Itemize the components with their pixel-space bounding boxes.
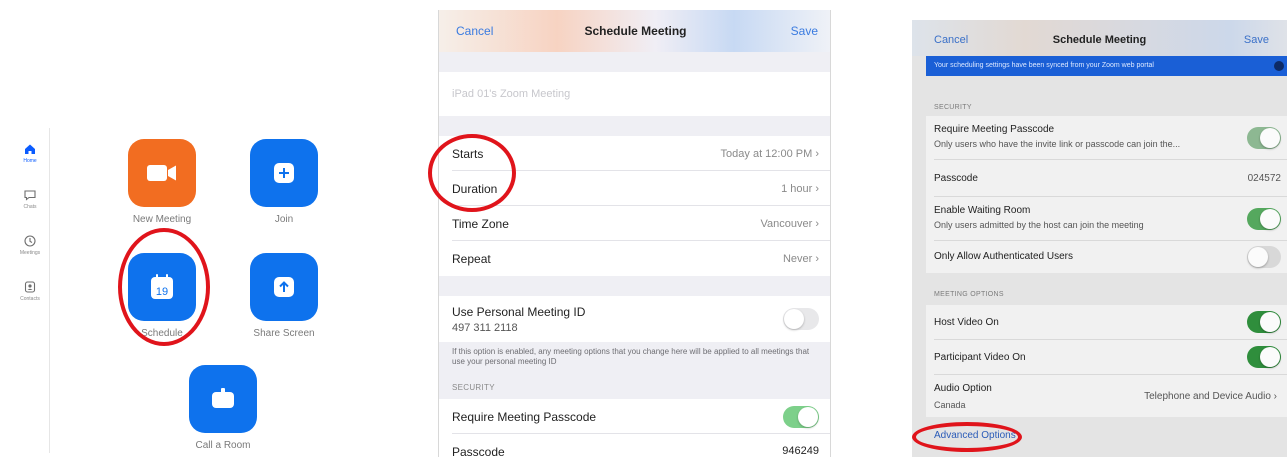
page-title: Schedule Meeting: [1052, 34, 1147, 46]
waiting-room-sub: Only users admitted by the host can join…: [934, 220, 1144, 230]
sidebar-item-chats[interactable]: Chats: [10, 188, 50, 210]
schedule-meeting-panel: Cancel Schedule Meeting Save iPad 01's Z…: [438, 10, 831, 457]
participant-video-toggle[interactable]: [1247, 346, 1281, 368]
auth-users-label: Only Allow Authenticated Users: [934, 251, 1073, 262]
auth-users-row: Only Allow Authenticated Users: [926, 241, 1287, 273]
require-passcode-label: Require Meeting Passcode: [452, 410, 597, 424]
audio-option-value: Telephone and Device Audio ›: [1144, 391, 1277, 402]
topic-input[interactable]: iPad 01's Zoom Meeting: [452, 88, 570, 100]
repeat-row[interactable]: Repeat Never ›: [439, 241, 830, 276]
topic-field[interactable]: iPad 01's Zoom Meeting: [439, 72, 830, 116]
waiting-room-toggle[interactable]: [1247, 208, 1281, 230]
contacts-icon: [24, 281, 36, 293]
room-display-icon: [212, 388, 234, 408]
clock-icon: [24, 235, 36, 247]
save-button[interactable]: Save: [791, 24, 818, 38]
security-header: SECURITY: [934, 104, 972, 111]
sidebar-item-label: Meetings: [19, 250, 41, 256]
passcode-row[interactable]: Passcode 946249: [439, 434, 830, 457]
chat-icon: [24, 190, 36, 201]
zoom-home-panel: Home Chats Meetings Contacts New Meeting…: [0, 0, 360, 457]
passcode-row[interactable]: Passcode 024572: [926, 160, 1287, 197]
require-passcode-row: Require Meeting Passcode: [439, 399, 830, 434]
participant-video-label: Participant Video On: [934, 352, 1026, 363]
join-label: Join: [274, 214, 294, 225]
audio-option-label: Audio Option: [934, 383, 992, 394]
call-room-button[interactable]: [189, 365, 257, 433]
starts-value: Today at 12:00 PM ›: [720, 148, 819, 160]
new-meeting-button[interactable]: [128, 139, 196, 207]
sidebar-item-label: Contacts: [20, 296, 40, 302]
duration-value: 1 hour ›: [781, 183, 819, 195]
timezone-label: Time Zone: [452, 217, 509, 231]
close-icon[interactable]: [1274, 61, 1284, 71]
sidebar-item-contacts[interactable]: Contacts: [10, 280, 50, 302]
home-icon: [25, 144, 35, 154]
call-room-label: Call a Room: [195, 440, 251, 451]
sync-banner: Your scheduling settings have been synce…: [926, 56, 1287, 76]
repeat-value: Never ›: [782, 253, 819, 265]
pmi-note: If this option is enabled, any meeting o…: [452, 347, 810, 366]
plus-icon: [274, 163, 294, 183]
sidebar-item-label: Home: [23, 158, 37, 164]
host-video-toggle[interactable]: [1247, 311, 1281, 333]
schedule-meeting-options-panel: Cancel Schedule Meeting Save Your schedu…: [912, 20, 1287, 457]
nav-bar: Cancel Schedule Meeting Save: [439, 10, 830, 52]
pmi-toggle[interactable]: [783, 308, 819, 330]
sidebar-item-meetings[interactable]: Meetings: [10, 234, 50, 256]
share-screen-label: Share Screen: [253, 328, 315, 339]
require-passcode-sub: Only users who have the invite link or p…: [934, 139, 1181, 149]
passcode-value: 946249: [782, 445, 819, 457]
passcode-value: 024572: [1247, 173, 1281, 184]
share-screen-button[interactable]: [250, 253, 318, 321]
highlight-circle: [428, 134, 516, 212]
participant-video-row: Participant Video On: [926, 340, 1287, 375]
pmi-row: Use Personal Meeting ID 497 311 2118: [439, 296, 830, 342]
sync-banner-text: Your scheduling settings have been synce…: [934, 62, 1154, 69]
auth-users-toggle[interactable]: [1247, 246, 1281, 268]
highlight-circle: [118, 228, 210, 346]
timezone-value: Vancouver ›: [760, 218, 820, 230]
repeat-label: Repeat: [452, 252, 491, 266]
require-passcode-toggle[interactable]: [783, 406, 819, 428]
nav-bar: Cancel Schedule Meeting Save: [912, 20, 1287, 56]
sidebar: Home Chats Meetings Contacts: [10, 128, 50, 453]
host-video-row: Host Video On: [926, 305, 1287, 340]
save-button[interactable]: Save: [1244, 34, 1269, 46]
waiting-room-row: Enable Waiting Room Only users admitted …: [926, 197, 1287, 241]
sidebar-item-home[interactable]: Home: [10, 142, 50, 164]
new-meeting-label: New Meeting: [132, 214, 192, 225]
passcode-label: Passcode: [452, 445, 505, 457]
passcode-label: Passcode: [934, 173, 978, 184]
audio-option-sub: Canada: [934, 400, 966, 410]
share-arrow-icon: [274, 277, 294, 297]
waiting-room-label: Enable Waiting Room: [934, 205, 1031, 216]
video-camera-icon: [147, 165, 176, 181]
require-passcode-row: Require Meeting Passcode Only users who …: [926, 116, 1287, 160]
security-header: SECURITY: [452, 383, 495, 392]
page-title: Schedule Meeting: [584, 24, 687, 38]
pmi-id: 497 311 2118: [452, 322, 518, 334]
join-button[interactable]: [250, 139, 318, 207]
host-video-label: Host Video On: [934, 317, 999, 328]
require-passcode-toggle[interactable]: [1247, 127, 1281, 149]
require-passcode-label: Require Meeting Passcode: [934, 124, 1055, 135]
pmi-label: Use Personal Meeting ID: [452, 305, 586, 319]
meeting-options-header: MEETING OPTIONS: [934, 291, 1004, 298]
highlight-circle: [912, 422, 1022, 452]
timezone-row[interactable]: Time Zone Vancouver ›: [439, 206, 830, 241]
sidebar-item-label: Chats: [23, 204, 37, 210]
audio-option-row[interactable]: Audio Option Canada Telephone and Device…: [926, 375, 1287, 417]
screenshot-root: Home Chats Meetings Contacts New Meeting…: [0, 0, 1287, 457]
